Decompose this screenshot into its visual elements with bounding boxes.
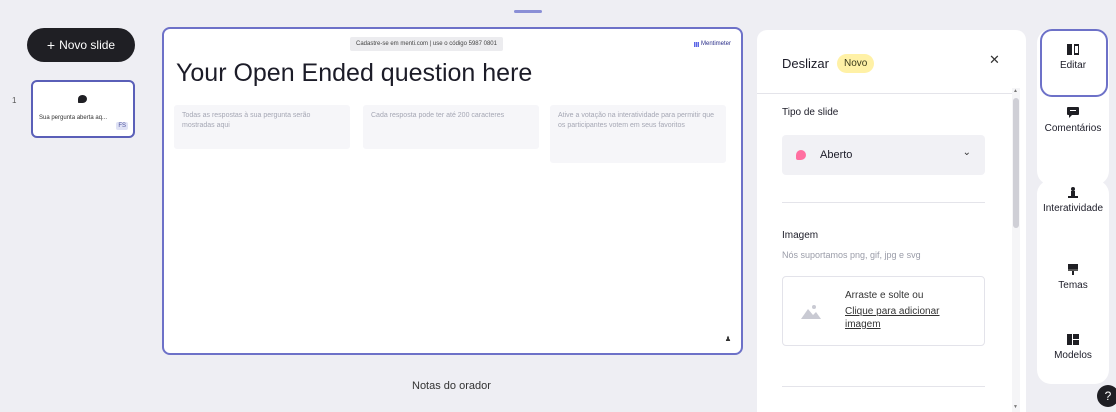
interactivity-icon bbox=[1068, 187, 1078, 198]
image-label: Imagem bbox=[782, 230, 819, 241]
comment-icon bbox=[1067, 107, 1079, 118]
mentimeter-logo-icon bbox=[693, 41, 699, 47]
tab-edit[interactable]: Editar bbox=[1037, 44, 1109, 72]
new-slide-button[interactable]: + Novo slide bbox=[27, 28, 135, 62]
chevron-down-icon: ⌄ bbox=[962, 147, 971, 158]
brand-logo: Mentimeter bbox=[693, 41, 731, 47]
tab-comments-label: Comentários bbox=[1044, 123, 1102, 134]
paint-icon bbox=[1068, 264, 1078, 275]
new-slide-label: Novo slide bbox=[59, 38, 116, 52]
speech-bubble-icon bbox=[78, 95, 87, 103]
tab-themes[interactable]: Temas bbox=[1037, 264, 1109, 292]
join-instructions: Cadastre-se em menti.com | use o código … bbox=[350, 37, 503, 51]
divider bbox=[757, 93, 1019, 94]
slide-thumbnail-badge: FS bbox=[116, 122, 128, 130]
scroll-down-icon[interactable]: ▼ bbox=[1013, 404, 1018, 410]
panel-title: Deslizar Novo bbox=[782, 54, 875, 73]
tab-themes-label: Temas bbox=[1058, 280, 1088, 291]
tab-templates[interactable]: Modelos bbox=[1037, 334, 1109, 362]
info-card: Cada resposta pode ter até 200 caractere… bbox=[363, 105, 539, 149]
image-icon bbox=[801, 305, 821, 319]
add-image-link[interactable]: Clique para adicionar imagem bbox=[845, 305, 965, 331]
tab-interactivity[interactable]: Interatividade bbox=[1033, 187, 1113, 215]
divider bbox=[782, 202, 985, 203]
slide-thumbnail[interactable]: Sua pergunta aberta aq... FS bbox=[31, 80, 135, 138]
slide-type-label: Tipo de slide bbox=[782, 107, 839, 118]
tab-comments[interactable]: Comentários bbox=[1035, 107, 1111, 135]
tab-edit-label: Editar bbox=[1059, 60, 1087, 71]
scroll-thumb[interactable] bbox=[1013, 98, 1019, 228]
help-button[interactable]: ? bbox=[1097, 385, 1116, 407]
top-indicator bbox=[514, 10, 542, 13]
edit-panel-icon bbox=[1067, 44, 1079, 55]
tab-interactivity-label: Interatividade bbox=[1042, 203, 1104, 214]
slide-canvas[interactable]: Cadastre-se em menti.com | use o código … bbox=[162, 27, 743, 355]
image-upload-area[interactable]: Arraste e solte ou Clique para adicionar… bbox=[782, 276, 985, 346]
slide-thumbnail-text: Sua pergunta aberta aq... bbox=[39, 115, 108, 121]
speaker-notes[interactable]: Notas do orador bbox=[412, 380, 491, 392]
open-ended-icon bbox=[796, 150, 806, 160]
drag-drop-text: Arraste e solte ou bbox=[845, 290, 924, 301]
new-badge: Novo bbox=[836, 54, 875, 73]
info-card: Ative a votação na interatividade para p… bbox=[550, 105, 726, 163]
question-title[interactable]: Your Open Ended question here bbox=[176, 59, 532, 88]
divider bbox=[782, 386, 985, 387]
person-icon: ♟ bbox=[724, 336, 732, 343]
close-icon[interactable]: ✕ bbox=[989, 52, 1000, 68]
templates-icon bbox=[1067, 334, 1079, 345]
plus-icon: + bbox=[46, 37, 56, 53]
panel-scrollbar[interactable]: ▲ ▼ bbox=[1012, 88, 1020, 412]
scroll-up-icon[interactable]: ▲ bbox=[1013, 88, 1018, 94]
info-card: Todas as respostas à sua pergunta serão … bbox=[174, 105, 350, 149]
tab-templates-label: Modelos bbox=[1054, 350, 1092, 361]
brand-name: Mentimeter bbox=[700, 41, 731, 47]
slide-number: 1 bbox=[12, 96, 17, 105]
settings-panel: Deslizar Novo ✕ Tipo de slide Aberto ⌄ I… bbox=[757, 30, 1026, 412]
slide-type-value: Aberto bbox=[820, 149, 853, 161]
panel-title-text: Deslizar bbox=[782, 56, 829, 71]
image-format-hint: Nós suportamos png, gif, jpg e svg bbox=[782, 250, 921, 260]
slide-type-select[interactable]: Aberto ⌄ bbox=[782, 135, 985, 175]
